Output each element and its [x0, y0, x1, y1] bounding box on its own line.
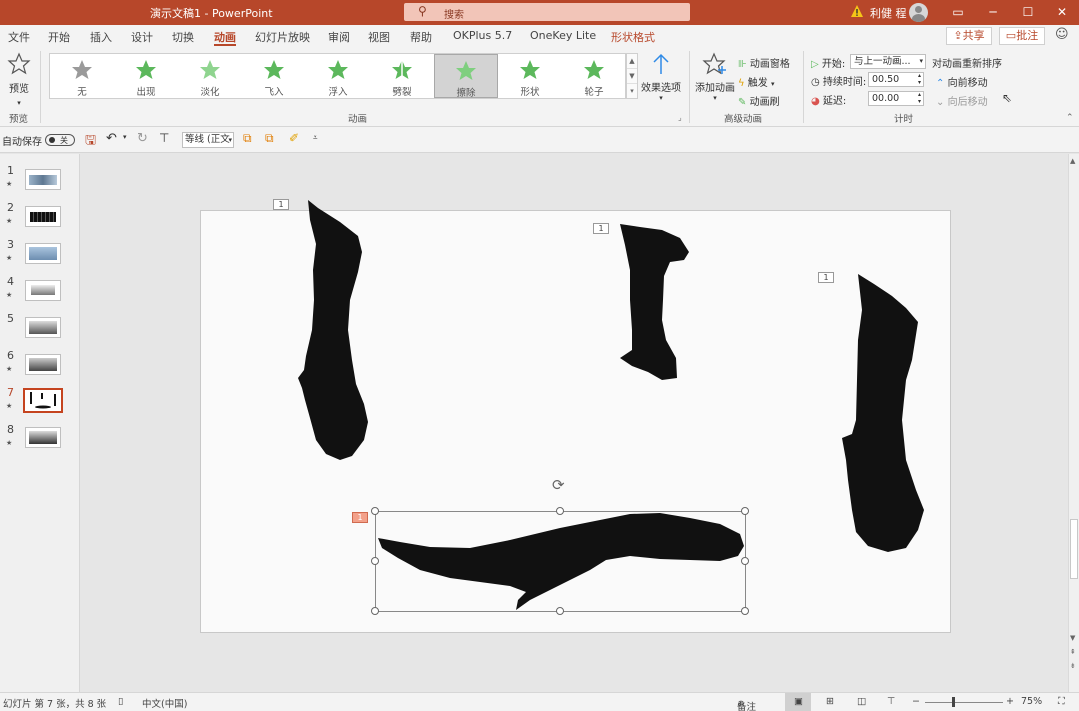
slide-sorter-icon[interactable]: ⊞: [826, 696, 834, 707]
previous-slide-icon[interactable]: ⇞: [1070, 648, 1076, 656]
zoom-in-icon[interactable]: +: [1006, 696, 1014, 707]
resize-handle[interactable]: [741, 557, 749, 565]
animation-order-tag[interactable]: 1: [273, 199, 289, 210]
ink-brush-shape-left: [298, 200, 368, 460]
resize-handle[interactable]: [371, 607, 379, 615]
animation-order-tag-selected[interactable]: 1: [352, 512, 368, 523]
fit-to-window-icon[interactable]: ⛶: [1058, 696, 1065, 707]
slide-info: 幻灯片 第 7 张，共 8 张: [3, 699, 107, 710]
resize-handle[interactable]: [741, 607, 749, 615]
next-slide-icon[interactable]: ⇟: [1070, 662, 1076, 670]
resize-handle[interactable]: [556, 607, 564, 615]
accessibility-icon[interactable]: ▯: [118, 696, 123, 707]
language[interactable]: 中文(中国): [142, 696, 187, 710]
chevron-down-icon[interactable]: ▼: [1070, 634, 1075, 642]
reading-view-icon[interactable]: ◫: [857, 696, 866, 707]
ink-brush-shape-right: [842, 274, 924, 552]
vertical-scrollbar[interactable]: ▲ ▼ ⇞ ⇟: [1068, 154, 1079, 692]
ink-brush-shape-top: [620, 224, 689, 380]
zoom-slider-thumb[interactable]: [952, 697, 955, 707]
notes-label: 备注: [737, 702, 757, 711]
scroll-thumb[interactable]: [1070, 519, 1078, 579]
status-bar: 幻灯片 第 7 张，共 8 张 ▯ 中文(中国) ≘ 备注 ▣ ⊞ ◫ ⊤ − …: [0, 692, 1079, 711]
animation-order-tag[interactable]: 1: [818, 272, 834, 283]
slideshow-icon[interactable]: ⊤: [887, 696, 895, 707]
resize-handle[interactable]: [371, 507, 379, 515]
zoom-out-icon[interactable]: −: [912, 696, 920, 707]
resize-handle[interactable]: [741, 507, 749, 515]
selection-box[interactable]: [375, 511, 746, 612]
normal-view-icon: ▣: [794, 696, 803, 707]
animation-order-tag[interactable]: 1: [593, 223, 609, 234]
resize-handle[interactable]: [556, 507, 564, 515]
rotate-handle-icon[interactable]: ⟳: [552, 476, 565, 494]
resize-handle[interactable]: [371, 557, 379, 565]
zoom-slider-track[interactable]: [925, 702, 1003, 703]
zoom-level[interactable]: 75%: [1021, 696, 1042, 707]
chevron-up-icon[interactable]: ▲: [1070, 157, 1075, 165]
